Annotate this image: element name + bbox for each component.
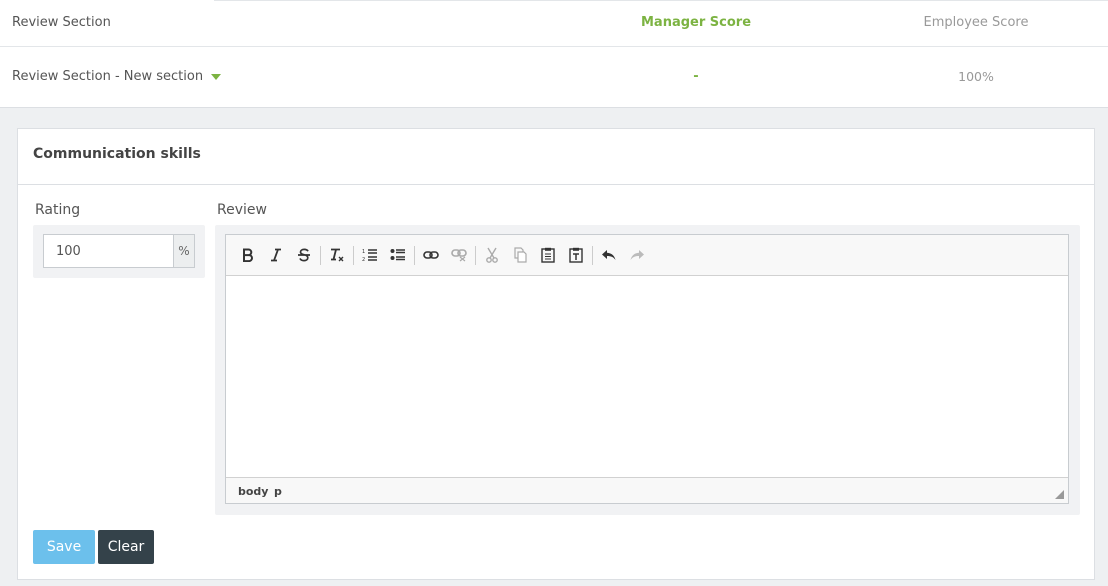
review-summary-table: Review Section Manager Score Employee Sc… xyxy=(0,0,1108,108)
rating-input[interactable] xyxy=(43,234,173,268)
dropdown-caret-icon[interactable] xyxy=(211,73,222,80)
italic-icon[interactable] xyxy=(265,245,287,265)
employee-score-value: 100% xyxy=(958,69,994,84)
competency-title: Communication skills xyxy=(33,146,201,162)
svg-text:2: 2 xyxy=(362,257,365,262)
unlink-icon[interactable] xyxy=(448,245,470,265)
link-icon[interactable] xyxy=(420,245,442,265)
paste-text-icon[interactable] xyxy=(565,245,587,265)
manager-score-value: - xyxy=(693,69,699,84)
review-group: 12 body p xyxy=(215,225,1080,515)
summary-header-row: Review Section Manager Score Employee Sc… xyxy=(0,0,1108,47)
resize-handle-icon[interactable] xyxy=(1055,490,1064,499)
percent-addon: % xyxy=(173,234,195,268)
section-name-cell: Review Section - New section xyxy=(12,69,222,84)
redo-icon[interactable] xyxy=(626,245,648,265)
competency-card: Communication skills Rating Review % xyxy=(17,128,1095,580)
rating-label: Rating xyxy=(35,202,81,218)
section-name: Review Section - New section xyxy=(12,69,204,84)
editor-status-bar: body p xyxy=(226,477,1068,503)
save-button[interactable]: Save xyxy=(33,530,95,564)
editor-content-area[interactable] xyxy=(226,276,1068,477)
header-review-section: Review Section xyxy=(12,15,111,30)
strikethrough-icon[interactable] xyxy=(293,245,315,265)
svg-text:1: 1 xyxy=(362,249,365,255)
copy-icon[interactable] xyxy=(509,245,531,265)
paste-icon[interactable] xyxy=(537,245,559,265)
numbered-list-icon[interactable]: 12 xyxy=(359,245,381,265)
bulleted-list-icon[interactable] xyxy=(387,245,409,265)
undo-icon[interactable] xyxy=(598,245,620,265)
clear-button[interactable]: Clear xyxy=(98,530,154,564)
header-employee-score: Employee Score xyxy=(923,15,1029,30)
path-body[interactable]: body xyxy=(238,485,268,498)
editor-toolbar: 12 xyxy=(226,235,1068,276)
path-p[interactable]: p xyxy=(274,485,282,498)
remove-format-icon[interactable] xyxy=(326,245,348,265)
cut-icon[interactable] xyxy=(481,245,503,265)
header-manager-score: Manager Score xyxy=(640,15,752,30)
rating-group: % xyxy=(33,225,205,278)
bold-icon[interactable] xyxy=(237,245,259,265)
rich-text-editor: 12 body p xyxy=(225,234,1069,504)
table-row: Review Section - New section - 100% xyxy=(0,47,1108,107)
review-label: Review xyxy=(217,202,267,218)
divider xyxy=(18,184,1094,185)
